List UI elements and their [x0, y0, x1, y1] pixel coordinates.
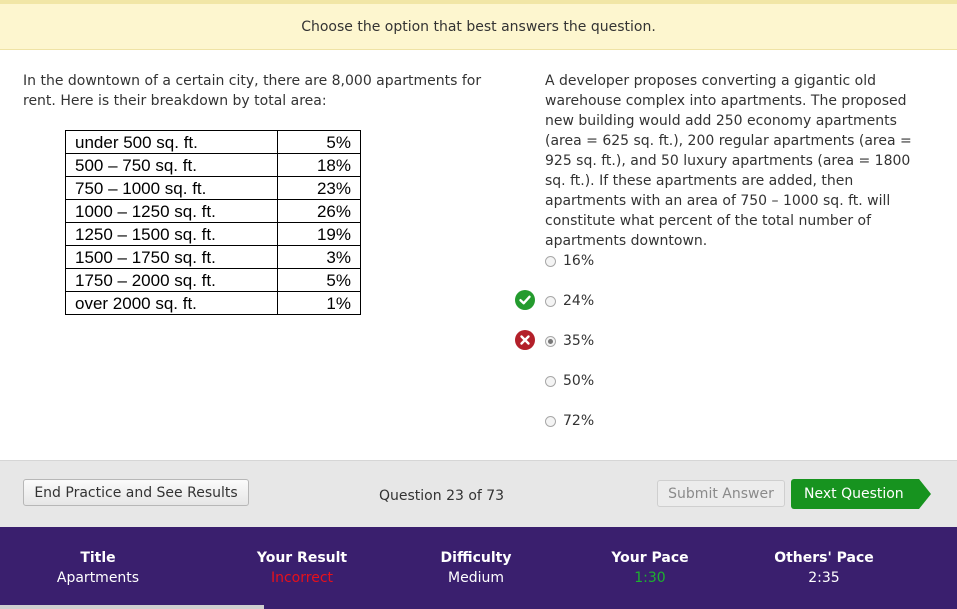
percent-cell: 19%: [277, 222, 361, 246]
instruction-text: Choose the option that best answers the …: [301, 18, 656, 35]
stat-result-label: Your Result: [256, 550, 348, 566]
answer-choice-3[interactable]: 35%: [545, 331, 594, 351]
answer-choice-4[interactable]: 50%: [545, 371, 594, 391]
radio-button[interactable]: [545, 295, 556, 307]
horizontal-scrollbar[interactable]: [0, 605, 264, 609]
percent-cell: 3%: [277, 245, 361, 269]
percent-cell: 5%: [277, 268, 361, 292]
answer-choice-5[interactable]: 72%: [545, 411, 594, 431]
table-row: 1750 – 2000 sq. ft. 5%: [65, 268, 361, 292]
stat-your-pace-label: Your Pace: [611, 550, 689, 566]
stat-your-pace-value: 1:30: [634, 570, 666, 586]
choice-label: 24%: [563, 293, 595, 309]
radio-button-selected[interactable]: [545, 335, 556, 347]
area-range-cell: under 500 sq. ft.: [65, 130, 278, 154]
stat-your-pace: Your Pace 1:30: [570, 548, 730, 588]
stat-title-label: Title: [80, 550, 116, 566]
table-row: 1250 – 1500 sq. ft. 19%: [65, 222, 361, 246]
stat-difficulty-label: Difficulty: [440, 550, 512, 566]
radio-button[interactable]: [545, 375, 556, 387]
action-toolbar: End Practice and See Results Question 23…: [0, 460, 957, 527]
percent-cell: 1%: [277, 291, 361, 315]
radio-button[interactable]: [545, 255, 556, 267]
answer-choice-1[interactable]: 16%: [545, 251, 594, 271]
table-row: 1500 – 1750 sq. ft. 3%: [65, 245, 361, 269]
radio-button[interactable]: [545, 415, 556, 427]
stat-difficulty-value: Medium: [448, 570, 504, 586]
table-row: over 2000 sq. ft. 1%: [65, 291, 361, 315]
area-range-cell: over 2000 sq. ft.: [65, 291, 278, 315]
area-range-cell: 1750 – 2000 sq. ft.: [65, 268, 278, 292]
stat-result: Your Result Incorrect: [222, 548, 382, 588]
table-row: 750 – 1000 sq. ft. 23%: [65, 176, 361, 200]
submit-answer-button[interactable]: Submit Answer: [657, 480, 785, 507]
choice-label: 72%: [563, 413, 595, 429]
table-row: under 500 sq. ft. 5%: [65, 130, 361, 154]
answer-choice-2[interactable]: 24%: [545, 291, 594, 311]
stat-title-value: Apartments: [56, 570, 140, 586]
choice-label: 35%: [563, 333, 595, 349]
instruction-banner: Choose the option that best answers the …: [0, 0, 957, 50]
end-practice-button[interactable]: End Practice and See Results: [23, 479, 249, 506]
area-range-cell: 1500 – 1750 sq. ft.: [65, 245, 278, 269]
percent-cell: 23%: [277, 176, 361, 200]
percent-cell: 26%: [277, 199, 361, 223]
stat-others-pace-label: Others' Pace: [774, 550, 874, 566]
stat-result-value: Incorrect: [270, 570, 334, 586]
stat-difficulty: Difficulty Medium: [396, 548, 556, 588]
percent-cell: 5%: [277, 130, 361, 154]
area-range-cell: 500 – 750 sq. ft.: [65, 153, 278, 177]
area-range-cell: 750 – 1000 sq. ft.: [65, 176, 278, 200]
next-question-button[interactable]: Next Question: [791, 479, 919, 509]
choice-label: 50%: [563, 373, 595, 389]
table-row: 1000 – 1250 sq. ft. 26%: [65, 199, 361, 223]
question-counter: Question 23 of 73: [379, 488, 505, 504]
next-arrow-icon[interactable]: [919, 479, 931, 509]
area-range-cell: 1250 – 1500 sq. ft.: [65, 222, 278, 246]
percent-cell: 18%: [277, 153, 361, 177]
stats-footer: Title Apartments Your Result Incorrect D…: [0, 527, 957, 609]
stat-others-pace: Others' Pace 2:35: [744, 548, 904, 588]
table-row: 500 – 750 sq. ft. 18%: [65, 153, 361, 177]
stat-title: Title Apartments: [18, 548, 178, 588]
area-range-cell: 1000 – 1250 sq. ft.: [65, 199, 278, 223]
check-circle-icon: [515, 290, 535, 310]
x-circle-icon: [515, 330, 535, 350]
choice-label: 16%: [563, 253, 595, 269]
area-breakdown-table: under 500 sq. ft. 5% 500 – 750 sq. ft. 18% 7…: [65, 130, 361, 315]
passage-text: In the downtown of a certain city, there…: [23, 73, 482, 109]
question-text: A developer proposes converting a gigant…: [545, 73, 912, 249]
stat-others-pace-value: 2:35: [808, 570, 840, 586]
